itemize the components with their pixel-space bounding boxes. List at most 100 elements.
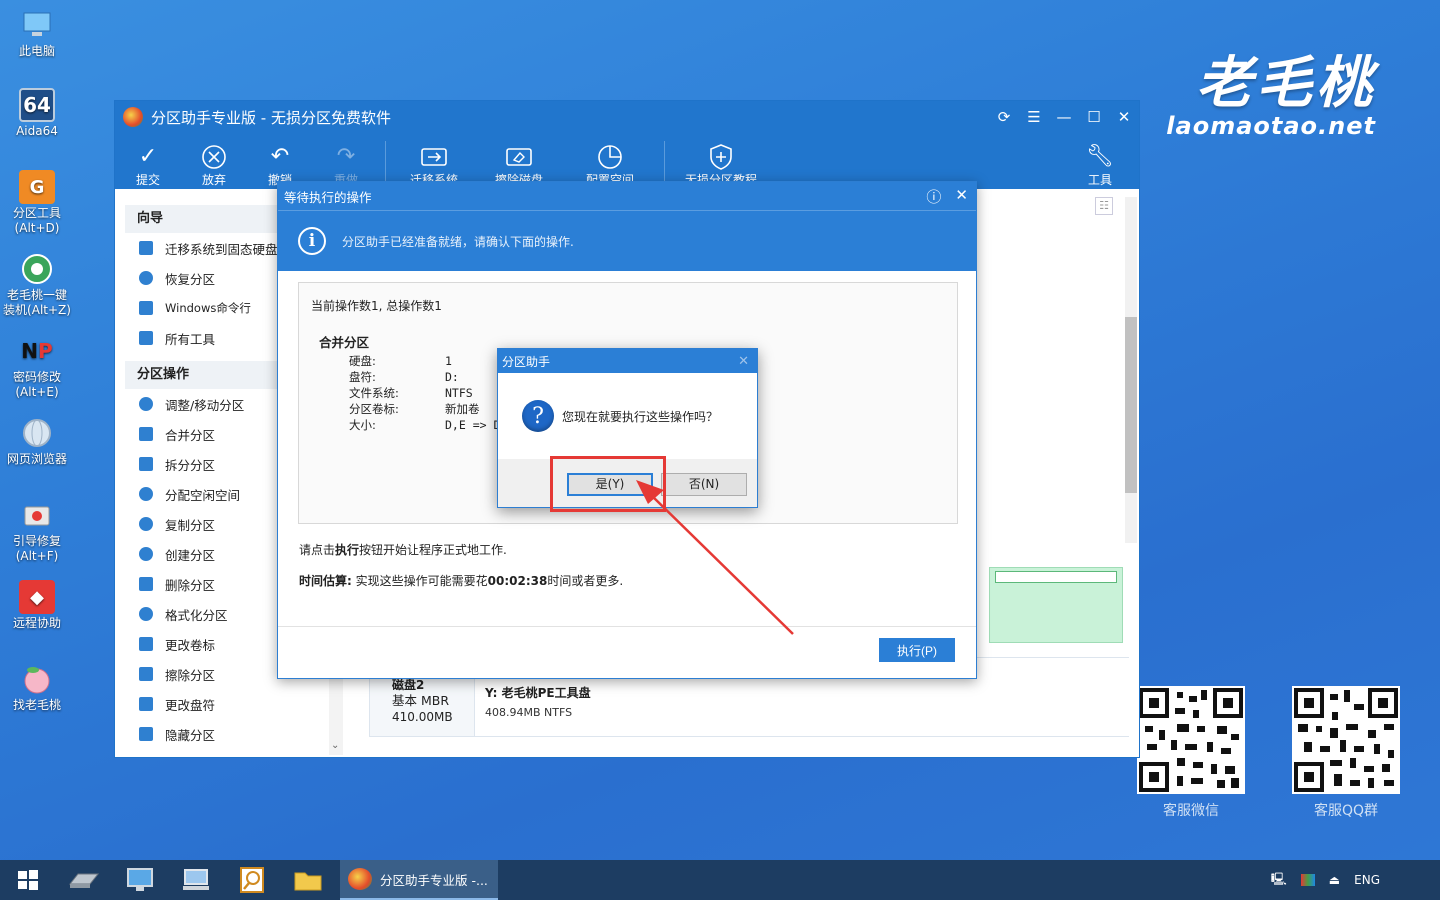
chevron-down-icon: ⌄ bbox=[331, 740, 340, 751]
wrench-icon: 🔧︎ bbox=[1086, 144, 1114, 169]
execute-button[interactable]: 执行(P) bbox=[879, 638, 955, 662]
question-icon: ? bbox=[522, 400, 554, 432]
dialog-info-banner: i 分区助手已经准备就绪，请确认下面的操作. bbox=[278, 210, 976, 271]
network-icon bbox=[183, 869, 209, 890]
desktop-icon-this-pc[interactable]: 此电脑 bbox=[0, 8, 74, 59]
info-icon: i bbox=[298, 227, 326, 255]
taskbar: 分区助手专业版 -... 🖳︎ ⏏ ENG bbox=[0, 860, 1440, 900]
taskbar-network[interactable] bbox=[168, 860, 224, 900]
close-icon[interactable]: ✕ bbox=[955, 186, 968, 207]
folder-icon bbox=[294, 872, 322, 891]
dialog-titlebar[interactable]: 等待执行的操作 ⓘ ✕ bbox=[278, 182, 976, 210]
close-icon[interactable]: ✕ bbox=[1109, 108, 1139, 126]
create-icon bbox=[139, 547, 153, 561]
minimize-icon[interactable]: — bbox=[1049, 108, 1079, 126]
eraser-disk-icon bbox=[476, 141, 562, 173]
qr-qq: 客服QQ群 bbox=[1291, 686, 1401, 820]
desktop-icon-find[interactable]: 找老毛桃 bbox=[0, 662, 74, 713]
confirm-titlebar[interactable]: 分区助手 ✕ bbox=[498, 349, 757, 373]
refresh-icon[interactable]: ⟳ bbox=[989, 108, 1019, 126]
partition-info: 408.94MB NTFS bbox=[485, 706, 573, 719]
menu-icon[interactable]: ☰ bbox=[1019, 108, 1049, 126]
maximize-icon[interactable]: ☐ bbox=[1079, 108, 1109, 126]
desktop-icon-partition-tool[interactable]: G 分区工具 (Alt+D) bbox=[0, 170, 74, 236]
operation-counts: 当前操作数1, 总操作数1 bbox=[311, 299, 442, 313]
app-logo-icon bbox=[123, 107, 143, 127]
toolbox-icon bbox=[19, 498, 55, 532]
label-icon bbox=[139, 637, 153, 651]
start-button[interactable] bbox=[0, 860, 56, 900]
taskbar-active-app[interactable]: 分区助手专业版 -... bbox=[340, 860, 498, 900]
help-icon[interactable]: ⓘ bbox=[926, 186, 941, 207]
copy-icon bbox=[139, 517, 153, 531]
desktop-icon-boot-repair[interactable]: 引导修复 (Alt+F) bbox=[0, 498, 74, 564]
confirm-title: 分区助手 bbox=[502, 354, 551, 369]
trash-icon bbox=[139, 577, 153, 591]
list-scrollbar[interactable] bbox=[1125, 197, 1137, 543]
qr-code-image bbox=[1137, 686, 1245, 794]
brand-logo: 老毛桃 laomaotao.net bbox=[1166, 50, 1376, 140]
info-message: 分区助手已经准备就绪，请确认下面的操作. bbox=[342, 234, 574, 249]
wipe-icon bbox=[139, 667, 153, 681]
language-indicator[interactable]: ENG bbox=[1354, 873, 1380, 887]
drive-icon bbox=[68, 873, 100, 888]
usb-tray-icon[interactable]: ⏏ bbox=[1329, 873, 1340, 887]
toolbar-divider bbox=[664, 141, 665, 181]
format-icon bbox=[139, 607, 153, 621]
sidebar-item-drive-letter[interactable]: 更改盘符 bbox=[125, 689, 329, 719]
system-tray: 🖳︎ ⏏ ENG bbox=[1271, 870, 1440, 891]
migrate-icon bbox=[139, 241, 153, 255]
pie-icon bbox=[562, 141, 658, 173]
confirm-body: ? 您现在就要执行这些操作吗？ bbox=[498, 373, 757, 459]
grid-icon bbox=[139, 331, 153, 345]
pencil-icon bbox=[139, 697, 153, 711]
key-icon: NP bbox=[21, 338, 53, 363]
partition-label: Y: 老毛桃PE工具盘 bbox=[485, 686, 591, 700]
aida64-icon: 64 bbox=[19, 88, 55, 122]
sidebar-item-hide[interactable]: 隐藏分区 bbox=[125, 719, 329, 749]
computer-icon bbox=[19, 8, 55, 42]
peach-icon bbox=[19, 662, 55, 696]
dialog-divider bbox=[278, 626, 976, 627]
globe-icon bbox=[19, 416, 55, 450]
tools-button[interactable]: 🔧︎ 工具 bbox=[1067, 141, 1133, 188]
desktop-icon-browser[interactable]: 网页浏览器 bbox=[0, 416, 74, 467]
close-icon[interactable]: ✕ bbox=[738, 354, 757, 369]
recover-icon bbox=[139, 271, 153, 285]
disk-arrow-icon bbox=[392, 141, 476, 173]
undo-icon: ↶ bbox=[270, 144, 290, 169]
desktop-icon-remote[interactable]: ◆ 远程协助 bbox=[0, 580, 74, 631]
shield-icon bbox=[671, 141, 771, 173]
instruction-note: 请点击执行按钮开始让程序正式地工作. bbox=[299, 543, 507, 557]
taskbar-computer[interactable] bbox=[112, 860, 168, 900]
discard-button[interactable]: 放弃 bbox=[181, 141, 247, 187]
install-icon bbox=[19, 252, 55, 286]
app-logo-icon bbox=[348, 868, 372, 890]
desktop-icon-password[interactable]: NP 密码修改 (Alt+E) bbox=[0, 334, 74, 400]
toolbar-divider bbox=[385, 141, 386, 181]
qr-code-image bbox=[1292, 686, 1400, 794]
disk-type: 基本 MBR bbox=[392, 693, 450, 708]
time-estimate: 时间估算: 实现这些操作可能需要花00:02:38时间或者更多. bbox=[299, 574, 624, 588]
taskbar-drive[interactable] bbox=[56, 860, 112, 900]
network-tray-icon[interactable]: 🖳︎ bbox=[1271, 870, 1287, 891]
taskbar-search[interactable] bbox=[224, 860, 280, 900]
taskbar-explorer[interactable] bbox=[280, 860, 336, 900]
hide-icon bbox=[139, 727, 153, 741]
view-toggle-icon[interactable]: ☷ bbox=[1095, 197, 1113, 215]
partition-tool-icon: G bbox=[19, 170, 55, 204]
no-button[interactable]: 否(N) bbox=[661, 473, 747, 496]
remote-icon: ◆ bbox=[19, 580, 55, 614]
cancel-circle-icon bbox=[181, 141, 247, 173]
resize-icon bbox=[139, 397, 153, 411]
disk-size: 410.00MB bbox=[392, 710, 453, 724]
search-icon bbox=[240, 867, 264, 893]
desktop-icon-one-click-install[interactable]: 老毛桃一键 装机(Alt+Z) bbox=[0, 252, 74, 318]
color-tray-icon[interactable] bbox=[1300, 874, 1315, 886]
commit-button[interactable]: ✓ 提交 bbox=[115, 141, 181, 188]
desktop-icon-aida64[interactable]: 64 Aida64 bbox=[0, 88, 74, 139]
merge-icon bbox=[139, 427, 153, 441]
redo-icon: ↷ bbox=[336, 144, 356, 169]
window-titlebar[interactable]: 分区助手专业版 - 无损分区免费软件 ⟳ ☰ — ☐ ✕ bbox=[115, 101, 1139, 133]
windows-icon bbox=[139, 301, 153, 315]
